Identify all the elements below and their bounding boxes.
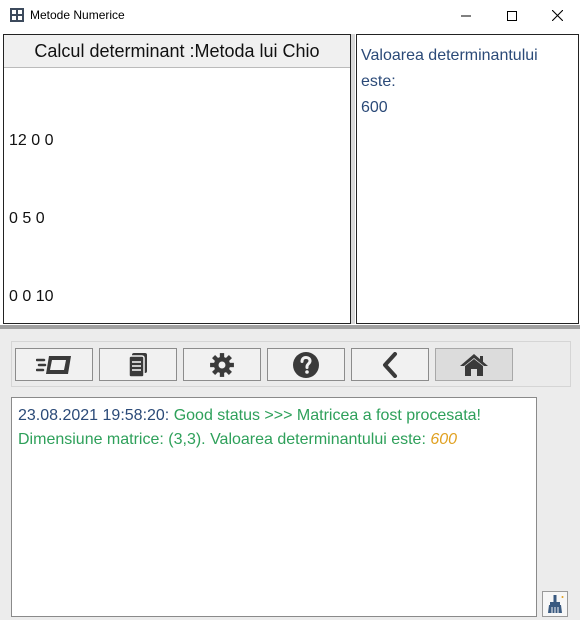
bottom-panel: 23.08.2021 19:58:20: Good status >>> Mat… <box>0 329 580 620</box>
clear-log-button[interactable] <box>542 591 568 617</box>
title-bar: Metode Numerice <box>0 0 580 31</box>
log-status: Good status >>> Matricea a fost procesat… <box>169 407 481 424</box>
maximize-button[interactable] <box>489 0 535 31</box>
document-button[interactable] <box>99 348 177 381</box>
matrix-row: 0 0 10 <box>9 288 54 305</box>
settings-button[interactable] <box>183 348 261 381</box>
minimize-icon <box>461 15 471 16</box>
toolbar <box>11 341 571 387</box>
matrix-row: 0 5 0 <box>9 210 45 227</box>
home-button[interactable] <box>435 348 513 381</box>
document-icon <box>128 352 147 378</box>
top-panel: Calcul determinant :Metoda lui Chio 12 0… <box>0 31 580 325</box>
process-button[interactable] <box>15 348 93 381</box>
result-label: Valoarea determinantului este: <box>361 47 538 90</box>
calculator-app-icon <box>10 8 24 22</box>
window-title: Metode Numerice <box>30 8 125 22</box>
close-icon <box>551 10 563 21</box>
log-value: 600 <box>430 431 458 448</box>
matrix-pane: Calcul determinant :Metoda lui Chio 12 0… <box>3 34 351 324</box>
matrix-row: 12 0 0 <box>9 132 54 149</box>
home-icon <box>460 353 488 376</box>
vertical-splitter[interactable] <box>351 34 355 324</box>
back-button[interactable] <box>351 348 429 381</box>
close-button[interactable] <box>534 0 580 31</box>
result-value: 600 <box>361 99 388 116</box>
help-button[interactable] <box>267 348 345 381</box>
maximize-icon <box>507 10 517 21</box>
log-detail: Dimensiune matrice: (3,3). Valoarea dete… <box>18 431 426 448</box>
gear-icon <box>210 352 234 377</box>
chevron-left-icon <box>383 351 397 378</box>
matrix-input[interactable]: 12 0 0 0 5 0 0 0 10 <box>9 76 53 362</box>
minimize-button[interactable] <box>443 0 489 31</box>
card-speed-icon <box>36 355 71 374</box>
log-output[interactable]: 23.08.2021 19:58:20: Good status >>> Mat… <box>11 397 537 617</box>
broom-icon <box>548 595 564 613</box>
log-text: 23.08.2021 19:58:20: Good status >>> Mat… <box>18 404 528 452</box>
method-title: Calcul determinant :Metoda lui Chio <box>4 35 350 68</box>
result-pane: Valoarea determinantului este: 600 <box>356 34 579 324</box>
log-timestamp: 23.08.2021 19:58:20: <box>18 407 170 424</box>
question-icon <box>293 351 319 378</box>
